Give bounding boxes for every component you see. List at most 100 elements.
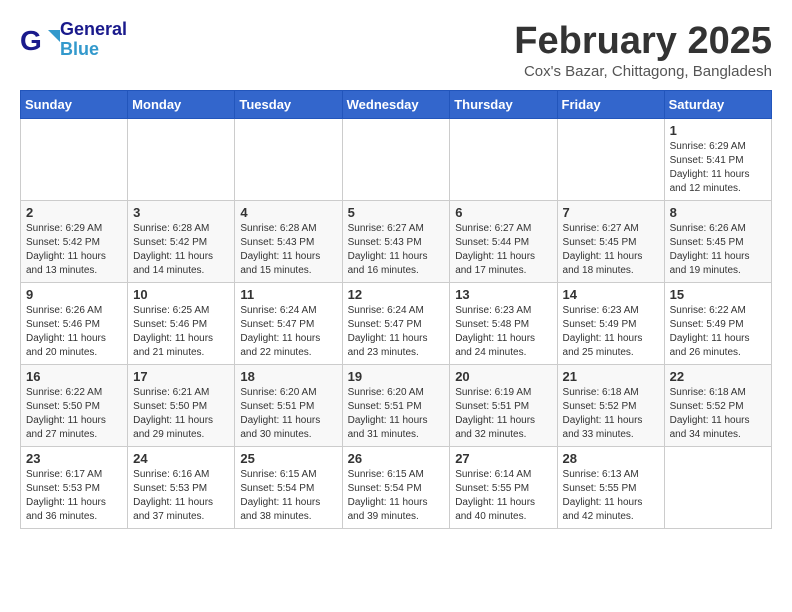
day-number: 11 [240, 287, 336, 302]
day-info: Sunrise: 6:17 AM Sunset: 5:53 PM Dayligh… [26, 468, 122, 524]
day-info: Sunrise: 6:20 AM Sunset: 5:51 PM Dayligh… [240, 386, 336, 442]
calendar-cell: 11 Sunrise: 6:24 AM Sunset: 5:47 PM Dayli… [235, 283, 342, 365]
calendar-header-row: SundayMondayTuesdayWednesdayThursdayFrid… [21, 91, 772, 119]
day-info: Sunrise: 6:18 AM Sunset: 5:52 PM Dayligh… [563, 386, 659, 442]
logo-text-general: General [60, 20, 127, 40]
day-info: Sunrise: 6:27 AM Sunset: 5:45 PM Dayligh… [563, 222, 659, 278]
day-info: Sunrise: 6:27 AM Sunset: 5:43 PM Dayligh… [348, 222, 445, 278]
calendar-cell: 25 Sunrise: 6:15 AM Sunset: 5:54 PM Dayli… [235, 447, 342, 529]
day-number: 14 [563, 287, 659, 302]
calendar-cell: 8 Sunrise: 6:26 AM Sunset: 5:45 PM Daylig… [664, 201, 771, 283]
day-number: 8 [670, 205, 766, 220]
day-info: Sunrise: 6:14 AM Sunset: 5:55 PM Dayligh… [455, 468, 551, 524]
day-number: 5 [348, 205, 445, 220]
day-info: Sunrise: 6:20 AM Sunset: 5:51 PM Dayligh… [348, 386, 445, 442]
calendar-cell [450, 119, 557, 201]
calendar-cell: 18 Sunrise: 6:20 AM Sunset: 5:51 PM Dayli… [235, 365, 342, 447]
day-info: Sunrise: 6:15 AM Sunset: 5:54 PM Dayligh… [240, 468, 336, 524]
page-header: G General Blue February 2025 Cox's Bazar… [20, 20, 772, 80]
calendar-cell: 10 Sunrise: 6:25 AM Sunset: 5:46 PM Dayli… [128, 283, 235, 365]
day-info: Sunrise: 6:23 AM Sunset: 5:48 PM Dayligh… [455, 304, 551, 360]
day-number: 27 [455, 451, 551, 466]
day-number: 18 [240, 369, 336, 384]
day-header-thursday: Thursday [450, 91, 557, 119]
calendar-week-3: 9 Sunrise: 6:26 AM Sunset: 5:46 PM Daylig… [21, 283, 772, 365]
day-info: Sunrise: 6:21 AM Sunset: 5:50 PM Dayligh… [133, 386, 229, 442]
calendar-cell: 16 Sunrise: 6:22 AM Sunset: 5:50 PM Dayli… [21, 365, 128, 447]
day-number: 3 [133, 205, 229, 220]
day-info: Sunrise: 6:28 AM Sunset: 5:43 PM Dayligh… [240, 222, 336, 278]
calendar-cell: 22Sunrise: 6:18 AM Sunset: 5:52 PM Dayli… [664, 365, 771, 447]
calendar-week-1: 1Sunrise: 6:29 AM Sunset: 5:41 PM Daylig… [21, 119, 772, 201]
day-number: 28 [563, 451, 659, 466]
day-number: 24 [133, 451, 229, 466]
calendar-cell: 28 Sunrise: 6:13 AM Sunset: 5:55 PM Dayli… [557, 447, 664, 529]
day-number: 20 [455, 369, 551, 384]
day-info: Sunrise: 6:22 AM Sunset: 5:50 PM Dayligh… [26, 386, 122, 442]
calendar-cell: 21 Sunrise: 6:18 AM Sunset: 5:52 PM Dayli… [557, 365, 664, 447]
day-number: 10 [133, 287, 229, 302]
calendar-cell: 23Sunrise: 6:17 AM Sunset: 5:53 PM Dayli… [21, 447, 128, 529]
location: Cox's Bazar, Chittagong, Bangladesh [514, 63, 772, 80]
calendar-cell: 27 Sunrise: 6:14 AM Sunset: 5:55 PM Dayli… [450, 447, 557, 529]
day-header-sunday: Sunday [21, 91, 128, 119]
day-number: 15 [670, 287, 766, 302]
calendar-cell: 13 Sunrise: 6:23 AM Sunset: 5:48 PM Dayli… [450, 283, 557, 365]
calendar-body: 1Sunrise: 6:29 AM Sunset: 5:41 PM Daylig… [21, 119, 772, 529]
calendar-cell [664, 447, 771, 529]
day-info: Sunrise: 6:19 AM Sunset: 5:51 PM Dayligh… [455, 386, 551, 442]
svg-text:G: G [20, 25, 42, 56]
logo-text-blue: Blue [60, 40, 127, 60]
calendar-cell: 14Sunrise: 6:23 AM Sunset: 5:49 PM Dayli… [557, 283, 664, 365]
day-number: 4 [240, 205, 336, 220]
day-number: 2 [26, 205, 122, 220]
day-info: Sunrise: 6:13 AM Sunset: 5:55 PM Dayligh… [563, 468, 659, 524]
logo-icon: G [20, 22, 56, 58]
day-header-tuesday: Tuesday [235, 91, 342, 119]
calendar-cell: 20 Sunrise: 6:19 AM Sunset: 5:51 PM Dayli… [450, 365, 557, 447]
calendar-cell: 5 Sunrise: 6:27 AM Sunset: 5:43 PM Daylig… [342, 201, 450, 283]
day-number: 19 [348, 369, 445, 384]
calendar-cell [557, 119, 664, 201]
calendar-week-5: 23Sunrise: 6:17 AM Sunset: 5:53 PM Dayli… [21, 447, 772, 529]
calendar-cell: 7 Sunrise: 6:27 AM Sunset: 5:45 PM Daylig… [557, 201, 664, 283]
day-info: Sunrise: 6:26 AM Sunset: 5:45 PM Dayligh… [670, 222, 766, 278]
calendar-cell [342, 119, 450, 201]
calendar-cell: 15Sunrise: 6:22 AM Sunset: 5:49 PM Dayli… [664, 283, 771, 365]
calendar-cell: 9 Sunrise: 6:26 AM Sunset: 5:46 PM Daylig… [21, 283, 128, 365]
calendar-cell: 19 Sunrise: 6:20 AM Sunset: 5:51 PM Dayli… [342, 365, 450, 447]
calendar-week-4: 16 Sunrise: 6:22 AM Sunset: 5:50 PM Dayli… [21, 365, 772, 447]
logo: G General Blue [20, 20, 127, 60]
calendar-table: SundayMondayTuesdayWednesdayThursdayFrid… [20, 90, 772, 529]
calendar-week-2: 2 Sunrise: 6:29 AM Sunset: 5:42 PM Daylig… [21, 201, 772, 283]
day-header-wednesday: Wednesday [342, 91, 450, 119]
day-info: Sunrise: 6:25 AM Sunset: 5:46 PM Dayligh… [133, 304, 229, 360]
month-title: February 2025 [514, 20, 772, 63]
calendar-cell: 3 Sunrise: 6:28 AM Sunset: 5:42 PM Daylig… [128, 201, 235, 283]
day-info: Sunrise: 6:29 AM Sunset: 5:42 PM Dayligh… [26, 222, 122, 278]
day-info: Sunrise: 6:28 AM Sunset: 5:42 PM Dayligh… [133, 222, 229, 278]
day-number: 13 [455, 287, 551, 302]
day-number: 25 [240, 451, 336, 466]
day-header-friday: Friday [557, 91, 664, 119]
calendar-cell: 6Sunrise: 6:27 AM Sunset: 5:44 PM Daylig… [450, 201, 557, 283]
day-number: 12 [348, 287, 445, 302]
day-header-saturday: Saturday [664, 91, 771, 119]
calendar-cell [235, 119, 342, 201]
day-header-monday: Monday [128, 91, 235, 119]
day-number: 9 [26, 287, 122, 302]
title-area: February 2025 Cox's Bazar, Chittagong, B… [514, 20, 772, 80]
day-info: Sunrise: 6:15 AM Sunset: 5:54 PM Dayligh… [348, 468, 445, 524]
calendar-cell: 2 Sunrise: 6:29 AM Sunset: 5:42 PM Daylig… [21, 201, 128, 283]
day-info: Sunrise: 6:26 AM Sunset: 5:46 PM Dayligh… [26, 304, 122, 360]
day-info: Sunrise: 6:27 AM Sunset: 5:44 PM Dayligh… [455, 222, 551, 278]
day-info: Sunrise: 6:29 AM Sunset: 5:41 PM Dayligh… [670, 140, 766, 196]
calendar-cell: 12Sunrise: 6:24 AM Sunset: 5:47 PM Dayli… [342, 283, 450, 365]
day-number: 21 [563, 369, 659, 384]
calendar-cell: 4 Sunrise: 6:28 AM Sunset: 5:43 PM Daylig… [235, 201, 342, 283]
day-number: 7 [563, 205, 659, 220]
day-number: 16 [26, 369, 122, 384]
day-info: Sunrise: 6:24 AM Sunset: 5:47 PM Dayligh… [240, 304, 336, 360]
calendar-cell [21, 119, 128, 201]
calendar-cell: 24Sunrise: 6:16 AM Sunset: 5:53 PM Dayli… [128, 447, 235, 529]
